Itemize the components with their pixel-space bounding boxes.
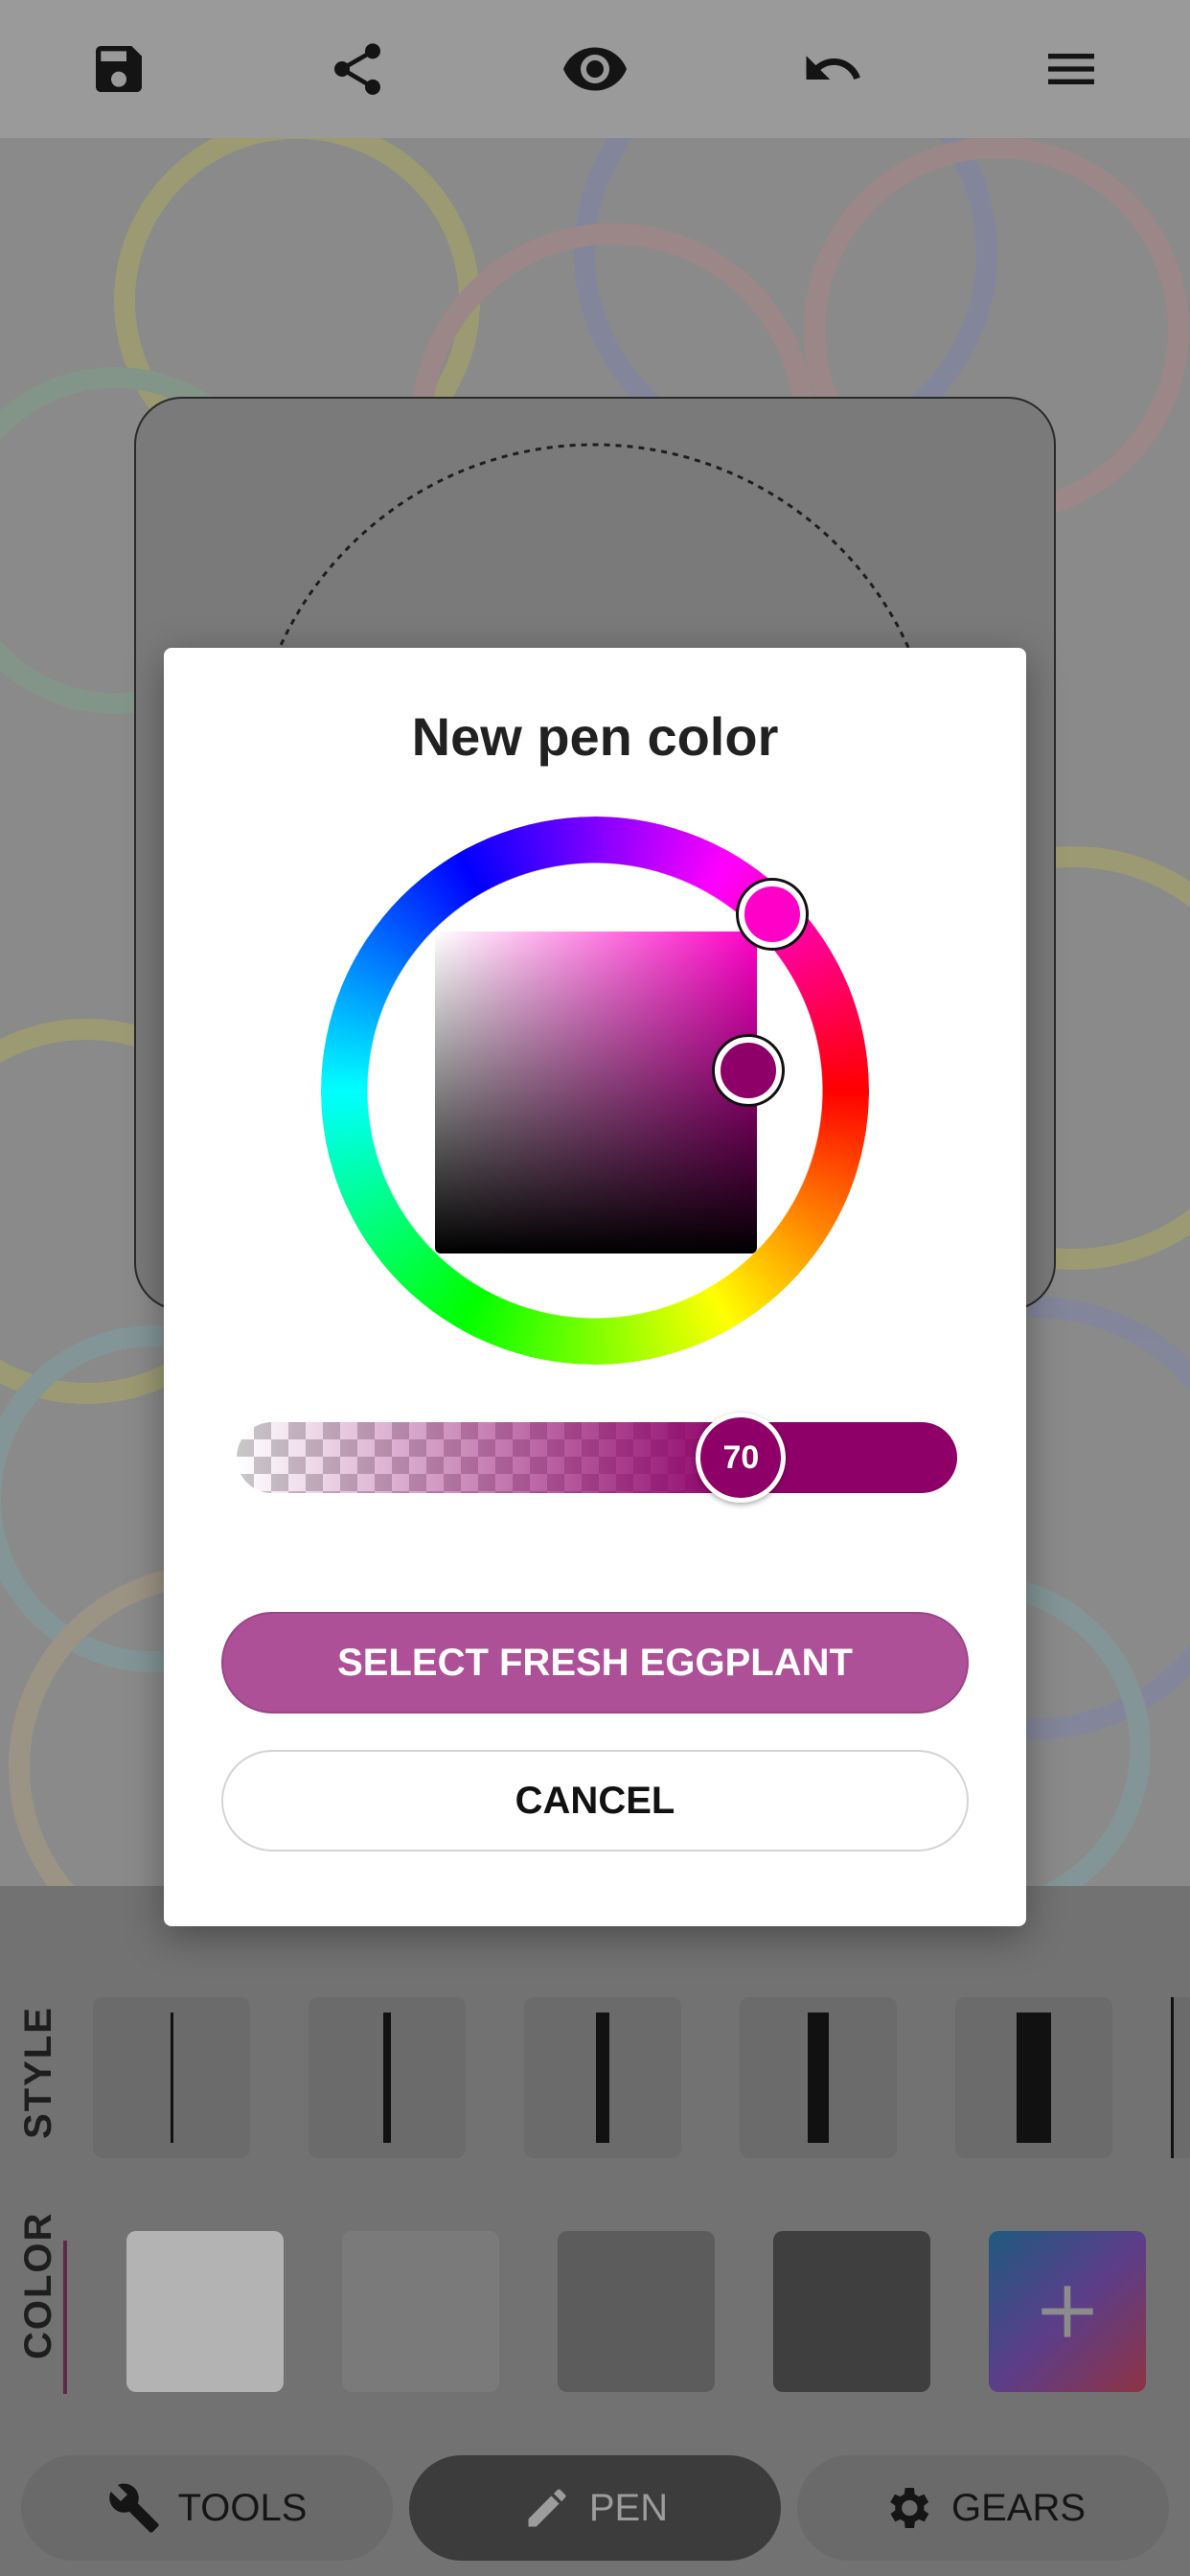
- alpha-value: 70: [722, 1438, 760, 1476]
- style-line-1: [170, 2012, 173, 2143]
- undo-icon[interactable]: [775, 12, 890, 126]
- pen-tab-label: PEN: [588, 2486, 669, 2529]
- color-swatch-1[interactable]: [126, 2231, 284, 2392]
- add-color-button[interactable]: [989, 2231, 1146, 2392]
- style-swatch-1[interactable]: [93, 1997, 250, 2158]
- style-swatch-5[interactable]: [955, 1997, 1112, 2158]
- style-swatch-4[interactable]: [740, 1997, 897, 2158]
- style-swatch-2[interactable]: [309, 1997, 466, 2158]
- style-line-4: [808, 2012, 829, 2143]
- color-swatch-2[interactable]: [342, 2231, 499, 2392]
- plus-icon: [1041, 2286, 1093, 2337]
- gear-icon: [890, 2488, 929, 2528]
- pen-tab[interactable]: PEN: [409, 2455, 781, 2561]
- style-swatch-3[interactable]: [524, 1997, 681, 2158]
- style-line-3: [596, 2012, 609, 2143]
- gears-tab-label: GEARS: [950, 2486, 1087, 2529]
- saturation-value-square[interactable]: [435, 932, 757, 1254]
- hue-handle[interactable]: [739, 881, 806, 948]
- style-row-label: STYLE: [17, 2006, 59, 2139]
- pen-color-dialog: New pen color 70 SELECT FRESH EGGPLANT C…: [164, 648, 1026, 1926]
- tools-tab[interactable]: TOOLS: [21, 2455, 393, 2561]
- color-row-indicator: [63, 2241, 67, 2394]
- color-handle[interactable]: [715, 1037, 782, 1104]
- style-swatch-6-partial[interactable]: [1171, 1997, 1190, 2158]
- gears-tab[interactable]: GEARS: [797, 2455, 1169, 2561]
- color-swatch-4[interactable]: [773, 2231, 930, 2392]
- tools-tab-label: TOOLS: [177, 2486, 308, 2529]
- alpha-thumb[interactable]: 70: [696, 1413, 787, 1503]
- dialog-title: New pen color: [411, 706, 779, 767]
- style-line-2: [383, 2012, 391, 2143]
- cancel-button[interactable]: CANCEL: [221, 1750, 969, 1852]
- menu-icon[interactable]: [1014, 12, 1129, 126]
- save-icon[interactable]: [61, 12, 176, 126]
- color-swatch-3[interactable]: [558, 2231, 715, 2392]
- eye-icon[interactable]: [538, 12, 652, 126]
- pencil-icon: [528, 2489, 566, 2527]
- share-icon[interactable]: [300, 12, 415, 126]
- color-row-label: COLOR: [17, 2211, 59, 2359]
- wrench-icon: [108, 2483, 159, 2533]
- style-line-5: [1017, 2012, 1051, 2143]
- alpha-slider[interactable]: [237, 1422, 957, 1493]
- top-toolbar: [0, 0, 1190, 138]
- select-color-button[interactable]: SELECT FRESH EGGPLANT: [221, 1612, 969, 1714]
